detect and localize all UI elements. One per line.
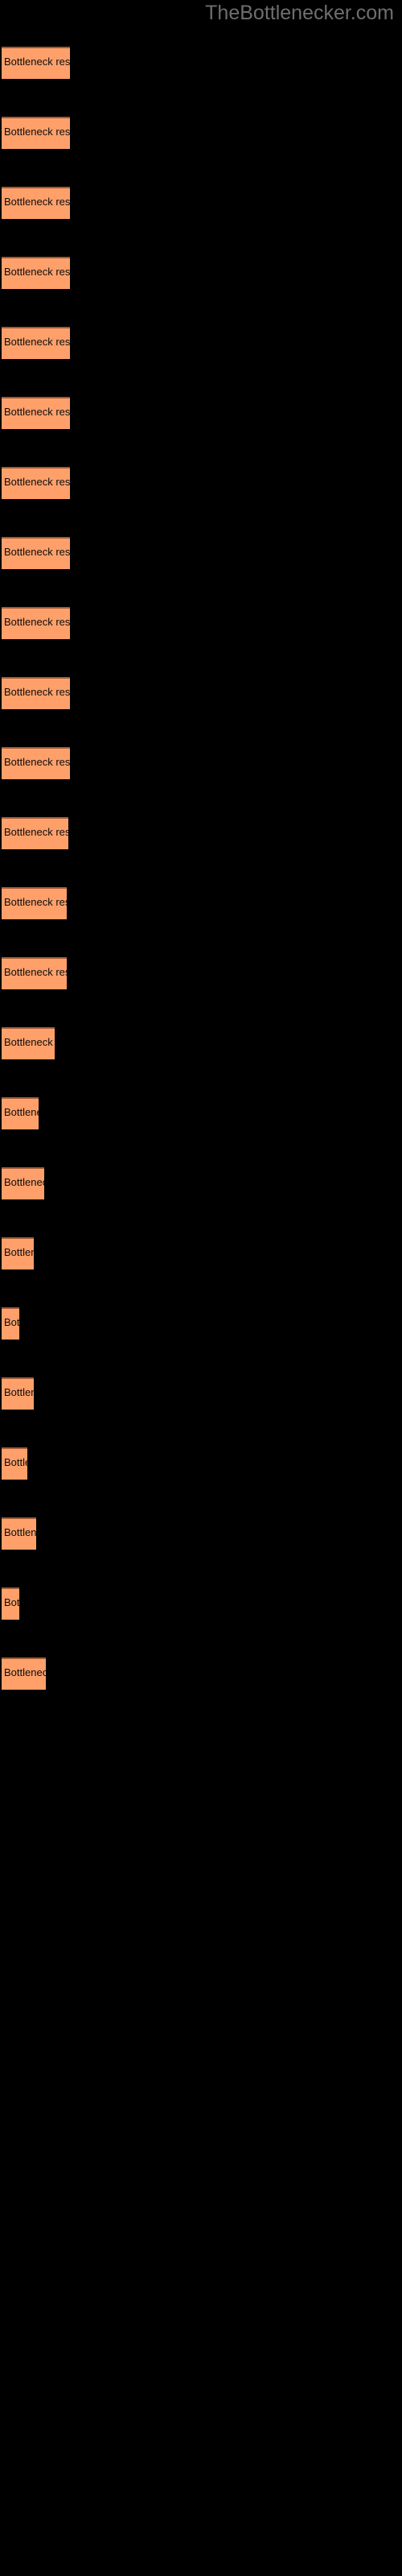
bottleneck-result-bar[interactable]: Bottleneck result: [2, 1517, 36, 1550]
bottleneck-result-bar[interactable]: Bottleneck result: [2, 187, 70, 219]
bar-label: Bottleneck result: [4, 1456, 27, 1468]
bar-label: Bottleneck result: [4, 616, 70, 628]
bar-label: Bottleneck result: [4, 826, 68, 838]
bar-label: Bottleneck result: [4, 896, 67, 908]
bottleneck-result-bar[interactable]: Bottleneck result: [2, 1447, 27, 1480]
bar-label: Bottleneck result: [4, 1106, 39, 1118]
bar-label: Bottleneck result: [4, 546, 70, 558]
bar-label: Bottleneck result: [4, 1316, 19, 1328]
bottleneck-result-bar[interactable]: Bottleneck result: [2, 1307, 19, 1340]
bottleneck-result-bar[interactable]: Bottleneck result: [2, 957, 67, 989]
bottleneck-result-bar[interactable]: Bottleneck result: [2, 747, 70, 779]
site-watermark: TheBottlenecker.com: [205, 2, 394, 24]
bar-label: Bottleneck result: [4, 686, 70, 698]
bottleneck-result-bar[interactable]: Bottleneck result: [2, 537, 70, 569]
bar-label: Bottleneck result: [4, 1246, 34, 1258]
bottleneck-result-bar[interactable]: Bottleneck result: [2, 257, 70, 289]
bar-label: Bottleneck result: [4, 1526, 36, 1538]
bar-label: Bottleneck result: [4, 1596, 19, 1608]
bar-label: Bottleneck result: [4, 966, 67, 978]
bottleneck-result-bar[interactable]: Bottleneck result: [2, 47, 70, 79]
bar-label: Bottleneck result: [4, 406, 70, 418]
bottleneck-result-bar[interactable]: Bottleneck result: [2, 1097, 39, 1129]
bottleneck-result-bar[interactable]: Bottleneck result: [2, 1167, 44, 1199]
bottleneck-chart-canvas: TheBottlenecker.com Bottleneck result Bot…: [0, 0, 402, 2576]
bottleneck-result-bar[interactable]: Bottleneck result: [2, 1657, 46, 1690]
bottleneck-result-bar[interactable]: Bottleneck result: [2, 817, 68, 849]
bottleneck-result-bar[interactable]: Bottleneck result: [2, 677, 70, 709]
bar-label: Bottleneck result: [4, 1666, 46, 1678]
bar-label: Bottleneck result: [4, 476, 70, 488]
bar-label: Bottleneck result: [4, 336, 70, 348]
bar-label: Bottleneck result: [4, 1036, 55, 1048]
bar-label: Bottleneck result: [4, 266, 70, 278]
bottleneck-result-bar[interactable]: Bottleneck result: [2, 467, 70, 499]
bar-label: Bottleneck result: [4, 196, 70, 208]
bottleneck-result-bar[interactable]: Bottleneck result: [2, 1237, 34, 1269]
bar-label: Bottleneck result: [4, 1386, 34, 1398]
bottleneck-result-bar[interactable]: Bottleneck result: [2, 1587, 19, 1620]
bar-label: Bottleneck result: [4, 756, 70, 768]
bar-label: Bottleneck result: [4, 126, 70, 138]
bottleneck-result-bar[interactable]: Bottleneck result: [2, 1377, 34, 1410]
bottleneck-result-bar[interactable]: Bottleneck result: [2, 887, 67, 919]
bar-label: Bottleneck result: [4, 1176, 44, 1188]
bottleneck-result-bar[interactable]: Bottleneck result: [2, 117, 70, 149]
bottleneck-result-bar[interactable]: Bottleneck result: [2, 1027, 55, 1059]
bar-label: Bottleneck result: [4, 56, 70, 68]
bottleneck-result-bar[interactable]: Bottleneck result: [2, 327, 70, 359]
bottleneck-result-bar[interactable]: Bottleneck result: [2, 607, 70, 639]
bottleneck-result-bar[interactable]: Bottleneck result: [2, 397, 70, 429]
